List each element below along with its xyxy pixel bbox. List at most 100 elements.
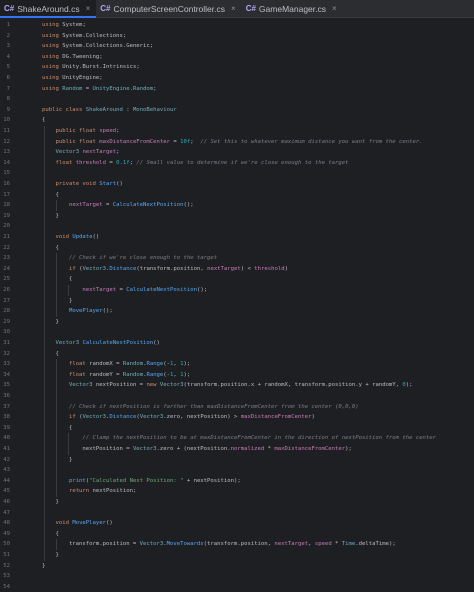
code-line[interactable]: public class ShakeAround : MonoBehaviour	[42, 105, 177, 116]
code-token: }	[42, 318, 59, 325]
code-token: // Check if nextPosition is farther than…	[68, 403, 359, 410]
code-line[interactable]: void MovePlayer()	[42, 518, 113, 529]
code-area[interactable]: using System; using System.Collections; u…	[20, 18, 474, 585]
code-line[interactable]: }	[42, 497, 58, 508]
line-number: 14	[3, 159, 10, 166]
code-line[interactable]: using System.Collections.Generic;	[42, 41, 153, 52]
code-line[interactable]: {	[42, 529, 58, 540]
code-line[interactable]: {	[42, 349, 58, 360]
code-token: + nextPosition);	[183, 477, 241, 484]
code-token: {	[42, 117, 46, 124]
code-line[interactable]: {	[42, 115, 45, 126]
code-line[interactable]: }	[42, 561, 45, 572]
line-number: 33	[3, 361, 10, 368]
code-line[interactable]: float randomX = Random.Range(-1, 1);	[42, 359, 190, 370]
code-line[interactable]: nextPosition = Vector3.zero + (nextPosit…	[42, 444, 351, 455]
line-number: 11	[3, 128, 10, 134]
code-line[interactable]: using Unity.Burst.Intrinsics;	[42, 62, 140, 73]
code-line[interactable]: using Random = UnityEngine.Random;	[42, 84, 157, 95]
code-line[interactable]: // Check if nextPosition is farther than…	[42, 402, 359, 413]
code-line[interactable]: }	[42, 317, 59, 328]
code-token: nextTarget	[82, 149, 117, 156]
line-number: 51	[3, 552, 10, 558]
code-line[interactable]: }	[42, 211, 58, 222]
line-number: 40	[3, 435, 10, 442]
code-line[interactable]: float randomY = Random.Range(-1, 1);	[42, 370, 190, 381]
code-token: nextPosition =	[42, 446, 133, 452]
code-line[interactable]: nextTarget = CalculateNextPosition();	[42, 285, 207, 296]
code-editor[interactable]: 1 2 3 4 5 6 7 8 9 10 11 12 13 14 15 16 17 18 19 20 21 22 23 24 2…	[0, 18, 474, 590]
code-token: transform.position =	[42, 541, 140, 548]
code-token: Vector3	[82, 414, 107, 421]
code-line[interactable]: {	[42, 243, 58, 254]
line-number: 25	[3, 276, 10, 283]
line-number: 47	[3, 509, 10, 516]
line-number: 35	[3, 382, 10, 389]
tab-computerscreencontroller-cs[interactable]: C# ComputerScreenController.cs ×	[96, 0, 241, 17]
code-token: =	[82, 85, 93, 92]
code-line[interactable]: }	[42, 455, 72, 466]
code-token: ()	[106, 520, 113, 527]
code-token: ();	[196, 287, 208, 293]
code-line[interactable]: using System.Collections;	[42, 31, 126, 42]
code-line[interactable]: {	[42, 423, 72, 434]
line-number: 2	[6, 32, 10, 39]
line-number: 41	[3, 446, 10, 452]
code-token: 10f	[180, 138, 191, 145]
code-line[interactable]: // Check if we're close enough to the ta…	[42, 253, 217, 264]
code-line[interactable]: {	[42, 274, 72, 285]
code-line[interactable]: using System;	[42, 20, 89, 31]
code-token: Distance	[109, 414, 137, 421]
code-line[interactable]: if (Vector3.Distance(Vector3.zero, nextP…	[42, 412, 315, 423]
code-token: "Calculated Next Position: "	[89, 477, 184, 484]
code-token: using	[42, 53, 63, 60]
code-token: ;	[116, 149, 120, 156]
line-number: 22	[3, 244, 10, 251]
code-line[interactable]: using UnityEngine;	[42, 73, 103, 84]
code-token: ) <	[240, 265, 255, 272]
code-line[interactable]: private void Start()	[42, 179, 122, 190]
code-token: print	[68, 477, 86, 484]
code-token: if	[68, 414, 80, 421]
code-line[interactable]: public float speed;	[42, 126, 119, 137]
code-line[interactable]: print("Calculated Next Position: " + nex…	[42, 476, 241, 487]
code-line[interactable]: using DG.Tweening;	[42, 52, 103, 63]
code-line[interactable]: return nextPosition;	[42, 486, 136, 497]
code-line[interactable]: {	[42, 190, 59, 201]
line-number: 43	[3, 467, 10, 474]
close-icon[interactable]: ×	[231, 4, 236, 13]
code-token: Random	[122, 371, 144, 378]
line-number: 26	[3, 287, 10, 293]
code-line[interactable]: float threshold = 0.1f; // Small value t…	[42, 158, 348, 169]
csharp-file-icon: C#	[245, 4, 256, 13]
code-line[interactable]: Vector3 nextTarget;	[42, 147, 120, 158]
tab-gamemanager-cs[interactable]: C# GameManager.cs ×	[242, 0, 343, 17]
line-number: 36	[3, 393, 10, 399]
code-line[interactable]: }	[42, 296, 72, 307]
line-number: 45	[3, 488, 10, 495]
close-icon[interactable]: ×	[86, 4, 91, 13]
code-token: maxDistanceFromCenter	[240, 414, 312, 421]
code-line[interactable]: if (Vector3.Distance(transform.position,…	[42, 264, 288, 275]
close-icon[interactable]: ×	[332, 4, 337, 13]
code-line[interactable]: MovePlayer();	[42, 306, 113, 317]
code-token: void	[55, 234, 73, 240]
code-token: MonoBehaviour	[132, 106, 177, 113]
code-line[interactable]: transform.position = Vector3.MoveTowards…	[42, 539, 396, 550]
code-token: nextTarget	[207, 265, 241, 272]
tab-shakearound-cs[interactable]: C# ShakeAround.cs ×	[0, 0, 97, 18]
code-line[interactable]: void Update()	[42, 232, 99, 243]
tab-label: GameManager.cs	[258, 3, 327, 14]
code-token: ;	[116, 128, 120, 134]
code-line[interactable]: Vector3 nextPosition = new Vector3(trans…	[42, 380, 413, 391]
code-line[interactable]: }	[42, 550, 58, 561]
code-token: {	[42, 191, 59, 198]
code-line[interactable]: Vector3 CalculateNextPosition()	[42, 338, 159, 349]
code-line[interactable]: public float maxDistanceFromCenter = 10f…	[42, 137, 422, 148]
code-line[interactable]: // Clamp the nextPosition to be at maxDi…	[42, 433, 436, 444]
code-line[interactable]: nextTarget = CalculateNextPosition();	[42, 200, 194, 211]
